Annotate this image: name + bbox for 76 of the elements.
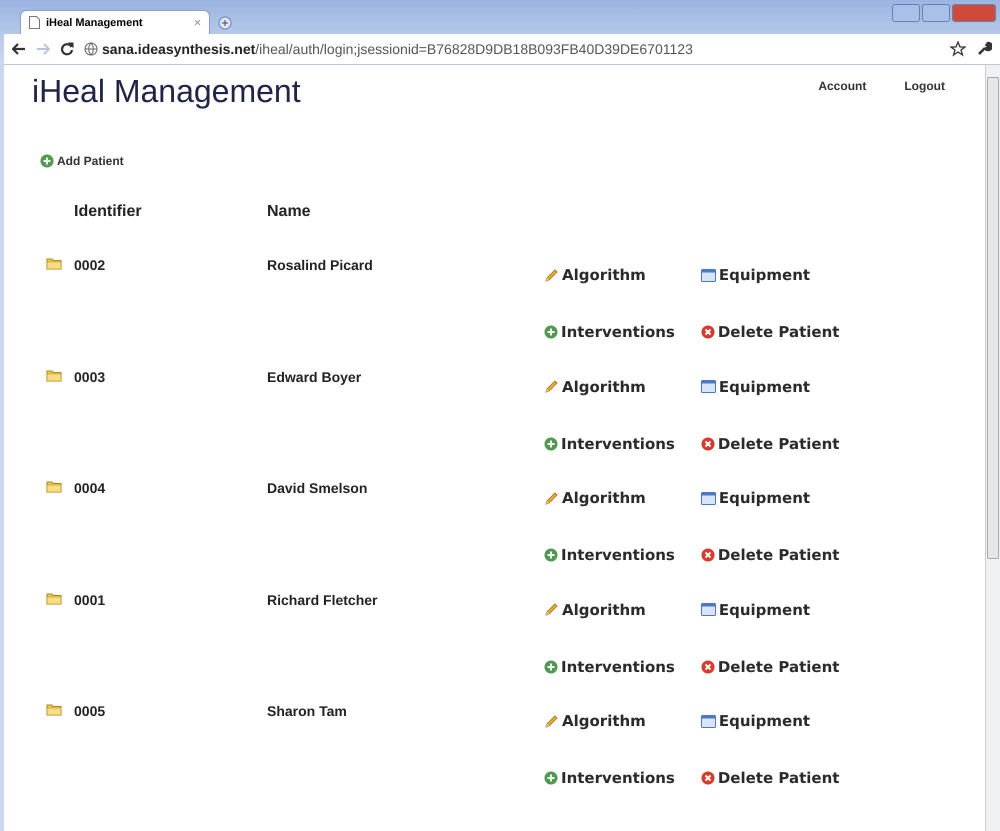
name-cell: Rosalind Picard bbox=[267, 257, 373, 273]
equipment-link[interactable]: Equipment bbox=[700, 712, 840, 730]
delete-icon bbox=[700, 660, 715, 674]
window-icon bbox=[700, 268, 716, 282]
edit-link[interactable]: Algorithm bbox=[544, 712, 675, 730]
close-icon[interactable] bbox=[194, 19, 201, 26]
plus-icon bbox=[544, 771, 558, 785]
delete-link[interactable]: Delete Patient bbox=[700, 546, 840, 564]
window-icon bbox=[700, 492, 716, 504]
star-icon[interactable] bbox=[950, 41, 966, 57]
pencil-icon bbox=[544, 714, 559, 728]
edit-link[interactable]: Algorithm bbox=[544, 378, 675, 396]
equipment-link[interactable]: Equipment bbox=[700, 378, 840, 396]
scrollbar[interactable] bbox=[985, 65, 1000, 831]
equipment-link[interactable]: Equipment bbox=[700, 600, 840, 618]
delete-link[interactable]: Delete Patient bbox=[700, 769, 840, 787]
new-tab-icon[interactable] bbox=[218, 16, 232, 30]
page-icon bbox=[29, 16, 40, 29]
nav-link[interactable]: Account bbox=[818, 79, 866, 93]
window-icon bbox=[700, 603, 716, 616]
add-link[interactable]: Interventions bbox=[544, 546, 675, 564]
add-link[interactable]: Interventions bbox=[544, 323, 675, 341]
equipment-link[interactable]: Equipment bbox=[700, 489, 840, 507]
name-cell: Edward Boyer bbox=[267, 368, 362, 384]
add-patient-link[interactable]: Add Patient bbox=[40, 154, 124, 168]
pencil-icon bbox=[544, 379, 559, 394]
column-header: Name bbox=[267, 203, 311, 220]
add-link[interactable]: Interventions bbox=[544, 769, 675, 787]
edit-link[interactable]: Algorithm bbox=[544, 489, 675, 507]
plus-icon bbox=[544, 325, 558, 339]
delete-icon bbox=[700, 436, 715, 450]
edit-link[interactable]: Algorithm bbox=[544, 266, 675, 284]
add-link[interactable]: Interventions bbox=[544, 434, 675, 452]
edit-link[interactable]: Algorithm bbox=[544, 600, 675, 618]
pencil-icon bbox=[544, 602, 559, 617]
name-cell: Richard Fletcher bbox=[267, 592, 378, 608]
minimize-button[interactable] bbox=[892, 4, 920, 22]
plus-icon bbox=[544, 436, 558, 450]
identifier-cell: 0002 bbox=[74, 257, 106, 273]
nav-link[interactable]: Logout bbox=[904, 79, 945, 93]
plus-icon bbox=[544, 660, 558, 674]
page-title: iHeal Management bbox=[32, 73, 302, 110]
tab-title: iHeal Management bbox=[46, 16, 143, 28]
add-link[interactable]: Interventions bbox=[544, 658, 675, 676]
maximize-button[interactable] bbox=[922, 4, 950, 22]
delete-link[interactable]: Delete Patient bbox=[700, 434, 840, 452]
folder-icon[interactable] bbox=[46, 703, 62, 716]
reload-icon[interactable] bbox=[60, 42, 74, 56]
identifier-cell: 0001 bbox=[74, 592, 106, 608]
identifier-cell: 0003 bbox=[74, 368, 106, 384]
delete-link[interactable]: Delete Patient bbox=[700, 658, 840, 676]
window-icon bbox=[700, 380, 716, 393]
column-header: Identifier bbox=[74, 203, 142, 220]
delete-link[interactable]: Delete Patient bbox=[700, 323, 840, 341]
folder-icon[interactable] bbox=[46, 480, 62, 493]
browser-tab[interactable]: iHeal Management bbox=[20, 10, 210, 34]
name-cell: David Smelson bbox=[267, 480, 368, 496]
plus-icon bbox=[40, 154, 54, 168]
forward-icon[interactable] bbox=[36, 43, 50, 55]
folder-icon[interactable] bbox=[46, 592, 62, 604]
globe-icon bbox=[84, 42, 98, 56]
delete-icon bbox=[700, 771, 715, 785]
plus-icon bbox=[544, 548, 558, 562]
folder-icon[interactable] bbox=[46, 257, 62, 270]
identifier-cell: 0004 bbox=[74, 480, 106, 496]
back-icon[interactable] bbox=[12, 43, 26, 55]
folder-icon[interactable] bbox=[46, 368, 62, 382]
window-icon bbox=[700, 714, 716, 728]
pencil-icon bbox=[544, 268, 559, 282]
identifier-cell: 0005 bbox=[74, 703, 106, 719]
name-cell: Sharon Tam bbox=[267, 703, 347, 719]
equipment-link[interactable]: Equipment bbox=[700, 266, 840, 284]
wrench-icon[interactable] bbox=[976, 41, 992, 57]
delete-icon bbox=[700, 548, 715, 562]
pencil-icon bbox=[544, 490, 559, 506]
delete-icon bbox=[700, 325, 715, 339]
